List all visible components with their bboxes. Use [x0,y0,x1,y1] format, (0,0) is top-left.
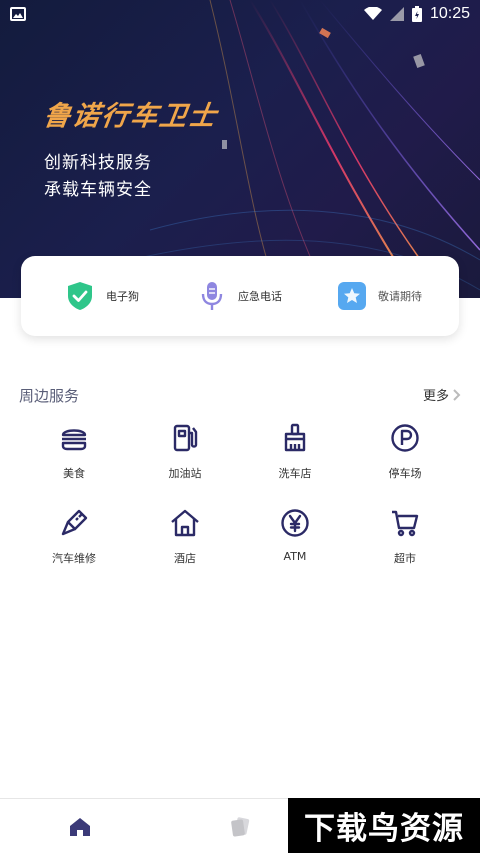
quick-action-label: 应急电话 [238,290,282,303]
brand-title: 鲁诺行车卫士 [41,101,220,132]
more-button[interactable]: 更多 [423,385,461,404]
service-food[interactable]: 美食 [19,420,129,490]
service-parking[interactable]: 停车场 [350,420,460,490]
status-bar: 10:25 [0,0,480,28]
gallery-icon [10,7,26,21]
quick-action-coming-soon[interactable]: 敬请期待 [337,281,422,311]
service-hotel[interactable]: 酒店 [130,505,240,575]
hero-banner: 10:25 鲁诺行车卫士 创新科技服务 承载车辆安全 [0,0,480,298]
service-label: ATM [283,550,307,563]
service-car-repair[interactable]: 汽车维修 [19,505,129,575]
status-time: 10:25 [429,5,470,22]
quick-actions-card: 电子狗 应急电话 敬请期待 [21,256,459,336]
service-label: 加油站 [168,467,202,480]
service-label: 洗车店 [278,467,312,480]
star-icon [337,281,367,311]
quick-action-emergency-call[interactable]: 应急电话 [197,281,282,311]
shield-check-icon [65,281,95,311]
slogan-line-2: 承载车辆安全 [44,180,152,200]
fuel-pump-icon [167,420,203,456]
tab-cards[interactable] [226,813,254,841]
service-label: 美食 [63,467,85,480]
screwdriver-icon [56,505,92,541]
more-label: 更多 [422,389,449,404]
service-label: 停车场 [388,467,422,480]
yen-coin-icon [277,505,313,541]
shopping-cart-icon [387,505,423,541]
burger-icon [56,420,92,456]
battery-icon [411,6,422,22]
quick-action-label: 电子狗 [106,290,139,303]
watermark-text: 下载鸟资源 [304,811,464,847]
cards-icon [231,817,250,837]
service-gas-station[interactable]: 加油站 [130,420,240,490]
section-title: 周边服务 [19,387,80,405]
service-supermarket[interactable]: 超市 [350,505,460,575]
service-label: 汽车维修 [52,552,96,565]
signal-icon [389,7,404,21]
microphone-icon [197,281,227,311]
slogan-line-1: 创新科技服务 [44,153,152,173]
quick-action-label: 敬请期待 [378,290,422,303]
car-wash-brush-icon [277,420,313,456]
quick-action-e-dog[interactable]: 电子狗 [65,281,139,311]
service-label: 酒店 [174,552,196,565]
house-icon [167,505,203,541]
home-icon [70,818,90,836]
watermark-banner: 下载鸟资源 [288,798,480,853]
service-label: 超市 [394,552,416,565]
parking-icon [387,420,423,456]
nearby-section-header: 周边服务 更多 [19,383,461,405]
wifi-icon [363,7,382,20]
service-car-wash[interactable]: 洗车店 [240,420,350,490]
chevron-right-icon [453,388,461,401]
service-atm[interactable]: ATM [240,505,350,575]
tab-home[interactable] [66,813,94,841]
